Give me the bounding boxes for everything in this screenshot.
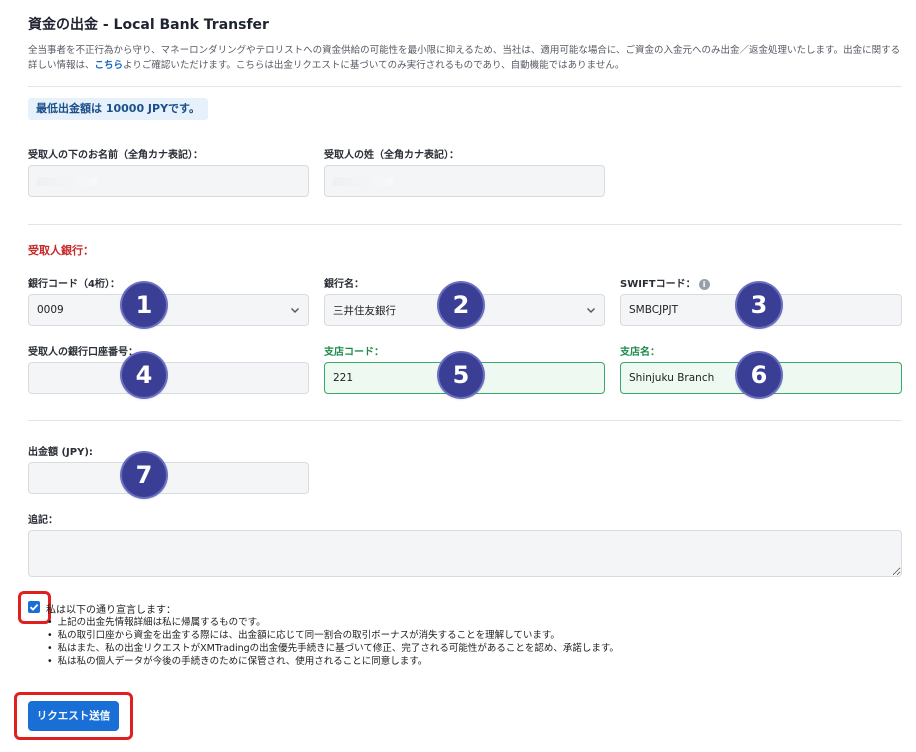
chevron-down-icon [291, 308, 299, 313]
declaration-list: 上記の出金先情報詳細は私に帰属するものです。 私の取引口座から資金を出金する際に… [47, 616, 619, 668]
declaration-title: 私は以下の通り宣言します： [46, 605, 176, 616]
swift-label: SWIFTコード： i [620, 275, 710, 290]
bank-name-label: 銀行名： [324, 279, 364, 290]
description-text-2: よりご確認いただけます。こちらは出金リクエストに基づいてのみ実行されるものであり… [123, 60, 625, 71]
annotation-badge-1: 1 [122, 283, 166, 327]
last-name-label: 受取人の姓（全角カナ表記）： [324, 150, 459, 161]
redacted-value [37, 176, 97, 186]
annotation-badge-2: 2 [439, 283, 483, 327]
declaration-item: 私の取引口座から資金を出金する際には、出金額に応じて同一割合の取引ボーナスが消失… [47, 629, 619, 642]
checkmark-icon [29, 603, 39, 611]
branch-name-value: Shinjuku Branch [629, 372, 715, 384]
divider [28, 224, 902, 225]
account-number-label: 受取人の銀行口座番号： [28, 347, 138, 358]
amount-label: 出金額 (JPY): [28, 447, 93, 458]
min-amount-notice: 最低出金額は 10000 JPYです。 [28, 98, 208, 120]
annotation-badge-7: 7 [122, 453, 166, 497]
last-name-input[interactable] [324, 165, 605, 197]
bank-code-label: 銀行コード（4桁）： [28, 279, 120, 290]
declaration-item: 私は私の個人データが今後の手続きのために保管され、使用されることに同意します。 [47, 655, 619, 668]
branch-code-value: 221 [333, 372, 354, 384]
declaration-item: 上記の出金先情報詳細は私に帰属するものです。 [47, 616, 619, 629]
notes-textarea[interactable] [28, 530, 902, 577]
annotation-badge-4: 4 [122, 353, 166, 397]
annotation-badge-3: 3 [737, 283, 781, 327]
declaration-checkbox[interactable] [28, 601, 40, 613]
branch-code-label: 支店コード： [324, 347, 384, 358]
page-title: 資金の出金 - Local Bank Transfer [28, 17, 269, 33]
bank-code-select[interactable]: 0009 [28, 294, 309, 326]
redacted-value [333, 176, 393, 186]
branch-name-label: 支店名： [620, 347, 660, 358]
info-icon[interactable]: i [698, 278, 710, 290]
bank-code-value: 0009 [37, 304, 64, 316]
divider [28, 420, 902, 421]
amount-input[interactable] [28, 462, 309, 494]
first-name-label: 受取人の下のお名前（全角カナ表記）： [28, 150, 203, 161]
chevron-down-icon [587, 308, 595, 313]
annotation-badge-6: 6 [737, 353, 781, 397]
divider [28, 86, 902, 87]
first-name-input[interactable] [28, 165, 309, 197]
swift-label-text: SWIFTコード： [620, 279, 696, 290]
bank-section-title: 受取人銀行： [28, 244, 94, 257]
page-description: 全当事者を不正行為から守り、マネーロンダリングやテロリストへの資金供給の可能性を… [28, 43, 903, 73]
submit-request-button[interactable]: リクエスト送信 [28, 701, 119, 731]
declaration-item: 私はまた、私の出金リクエストがXMTradingの出金優先手続きに基づいて修正、… [47, 642, 619, 655]
notes-label: 追記： [28, 515, 58, 526]
details-link[interactable]: こちら [95, 60, 124, 71]
annotation-badge-5: 5 [439, 353, 483, 397]
account-number-input[interactable] [28, 362, 309, 394]
swift-value: SMBCJPJT [629, 304, 679, 316]
bank-name-value: 三井住友銀行 [333, 304, 396, 317]
